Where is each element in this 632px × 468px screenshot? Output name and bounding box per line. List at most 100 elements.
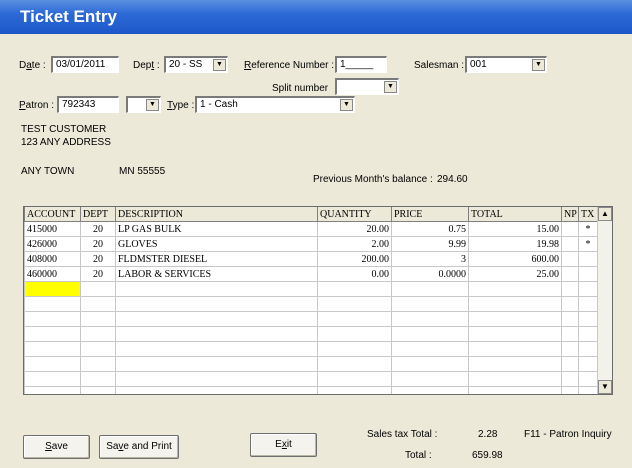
- table-cell[interactable]: [115, 281, 318, 297]
- table-cell[interactable]: [468, 326, 562, 342]
- table-cell[interactable]: [391, 356, 469, 372]
- column-header[interactable]: PRICE: [391, 207, 469, 222]
- table-cell[interactable]: [80, 371, 116, 387]
- column-header[interactable]: ACCOUNT: [24, 207, 81, 222]
- table-row[interactable]: [24, 341, 598, 357]
- table-row[interactable]: [24, 296, 598, 312]
- patron-field[interactable]: 792343: [57, 96, 119, 113]
- table-cell[interactable]: [391, 311, 469, 327]
- table-cell[interactable]: [24, 356, 81, 372]
- save-and-print-button[interactable]: Save and Print: [99, 435, 179, 459]
- scroll-up-icon[interactable]: ▲: [598, 207, 612, 221]
- table-cell[interactable]: [578, 281, 598, 297]
- table-cell[interactable]: 200.00: [317, 251, 392, 267]
- table-cell[interactable]: 20: [80, 221, 116, 237]
- table-cell[interactable]: 9.99: [391, 236, 469, 252]
- table-cell[interactable]: [24, 386, 81, 394]
- table-cell[interactable]: [561, 371, 579, 387]
- table-cell[interactable]: LABOR & SERVICES: [115, 266, 318, 282]
- table-cell[interactable]: 20: [80, 266, 116, 282]
- table-cell[interactable]: [317, 371, 392, 387]
- table-row[interactable]: 426000 20 GLOVES 2.00 9.99 19.98 *: [24, 236, 598, 252]
- vertical-scrollbar[interactable]: ▲ ▼: [597, 207, 612, 394]
- chevron-down-icon[interactable]: ▼: [384, 81, 397, 93]
- table-cell[interactable]: *: [578, 236, 598, 252]
- table-cell[interactable]: [115, 296, 318, 312]
- table-row[interactable]: 415000 20 LP GAS BULK 20.00 0.75 15.00 *: [24, 221, 598, 237]
- table-row[interactable]: 408000 20 FLDMSTER DIESEL 200.00 3 600.00: [24, 251, 598, 267]
- column-header[interactable]: QUANTITY: [317, 207, 392, 222]
- table-cell[interactable]: [578, 296, 598, 312]
- table-cell[interactable]: [317, 296, 392, 312]
- table-cell[interactable]: [24, 371, 81, 387]
- table-cell[interactable]: [80, 341, 116, 357]
- table-cell[interactable]: [391, 371, 469, 387]
- table-row[interactable]: 460000 20 LABOR & SERVICES 0.00 0.0000 25.00: [24, 266, 598, 282]
- table-cell[interactable]: [468, 341, 562, 357]
- table-cell[interactable]: [80, 296, 116, 312]
- column-header[interactable]: DEPT: [80, 207, 116, 222]
- table-cell[interactable]: [24, 326, 81, 342]
- table-cell[interactable]: [317, 386, 392, 394]
- table-cell[interactable]: 460000: [24, 266, 81, 282]
- table-cell[interactable]: [468, 296, 562, 312]
- column-header[interactable]: TX: [578, 207, 598, 222]
- table-cell[interactable]: [561, 251, 579, 267]
- table-row[interactable]: [24, 311, 598, 327]
- table-cell[interactable]: [115, 356, 318, 372]
- split-number-select[interactable]: ▼: [335, 78, 399, 95]
- table-cell[interactable]: [561, 296, 579, 312]
- column-header[interactable]: NP: [561, 207, 579, 222]
- table-cell[interactable]: [561, 221, 579, 237]
- table-cell[interactable]: [391, 341, 469, 357]
- column-header[interactable]: TOTAL: [468, 207, 562, 222]
- table-cell[interactable]: [115, 386, 318, 394]
- table-cell[interactable]: [468, 371, 562, 387]
- table-cell[interactable]: 408000: [24, 251, 81, 267]
- table-cell[interactable]: [80, 281, 116, 297]
- table-cell[interactable]: [80, 311, 116, 327]
- table-cell[interactable]: [561, 386, 579, 394]
- table-cell[interactable]: 600.00: [468, 251, 562, 267]
- dept-select[interactable]: 20 - SS ▼: [164, 56, 228, 73]
- table-cell[interactable]: GLOVES: [115, 236, 318, 252]
- table-cell[interactable]: 3: [391, 251, 469, 267]
- save-button[interactable]: Save: [23, 435, 90, 459]
- table-cell[interactable]: [468, 386, 562, 394]
- table-cell[interactable]: [578, 386, 598, 394]
- table-row[interactable]: [24, 356, 598, 372]
- table-cell[interactable]: 0.0000: [391, 266, 469, 282]
- table-cell[interactable]: [317, 311, 392, 327]
- table-row[interactable]: [24, 281, 598, 297]
- table-cell[interactable]: [115, 341, 318, 357]
- table-cell[interactable]: 25.00: [468, 266, 562, 282]
- table-cell[interactable]: [561, 326, 579, 342]
- scroll-down-icon[interactable]: ▼: [598, 380, 612, 394]
- table-cell[interactable]: 415000: [24, 221, 81, 237]
- exit-button[interactable]: Exit: [250, 433, 317, 457]
- table-row[interactable]: [24, 386, 598, 394]
- active-input-cell[interactable]: [24, 281, 81, 297]
- table-cell[interactable]: [578, 251, 598, 267]
- table-cell[interactable]: [561, 281, 579, 297]
- table-cell[interactable]: [391, 296, 469, 312]
- table-cell[interactable]: [561, 266, 579, 282]
- table-cell[interactable]: [317, 356, 392, 372]
- table-cell[interactable]: [317, 326, 392, 342]
- table-cell[interactable]: FLDMSTER DIESEL: [115, 251, 318, 267]
- reference-number-field[interactable]: 1_____: [335, 56, 387, 73]
- table-cell[interactable]: [115, 371, 318, 387]
- table-cell[interactable]: [391, 386, 469, 394]
- table-cell[interactable]: [561, 311, 579, 327]
- table-cell[interactable]: [578, 341, 598, 357]
- line-items-grid[interactable]: ACCOUNT DEPT DESCRIPTION QUANTITY PRICE …: [23, 206, 613, 395]
- table-cell[interactable]: 20.00: [317, 221, 392, 237]
- table-cell[interactable]: [561, 356, 579, 372]
- table-cell[interactable]: [24, 296, 81, 312]
- chevron-down-icon[interactable]: ▼: [213, 59, 226, 71]
- chevron-down-icon[interactable]: ▼: [532, 59, 545, 71]
- table-cell[interactable]: 2.00: [317, 236, 392, 252]
- table-cell[interactable]: 20: [80, 236, 116, 252]
- table-cell[interactable]: [115, 326, 318, 342]
- type-select[interactable]: 1 - Cash ▼: [195, 96, 355, 113]
